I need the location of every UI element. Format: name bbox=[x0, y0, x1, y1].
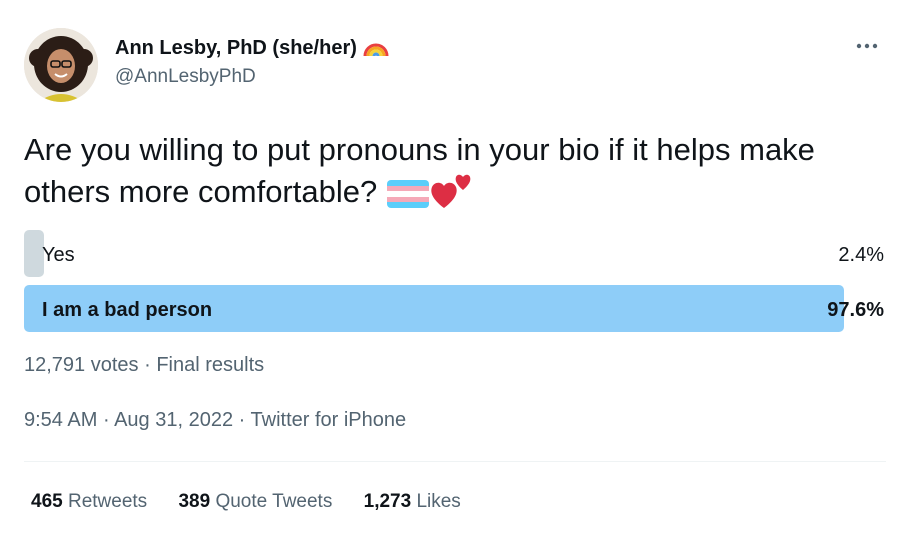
author-handle[interactable]: @AnnLesbyPhD bbox=[115, 64, 389, 90]
divider bbox=[24, 461, 886, 462]
tweet-source[interactable]: Twitter for iPhone bbox=[251, 409, 407, 431]
quotes-label: Quote Tweets bbox=[215, 491, 333, 512]
poll-option-label: I am a bad person bbox=[42, 299, 213, 321]
retweets-label: Retweets bbox=[67, 491, 148, 512]
more-icon[interactable] bbox=[856, 42, 878, 50]
quotes-count: 389 bbox=[178, 491, 211, 512]
poll-option-label: Yes bbox=[42, 244, 75, 266]
likes-count: 1,273 bbox=[363, 491, 412, 512]
poll-votes: 12,791 votes bbox=[24, 354, 139, 376]
transgender-flag-icon bbox=[386, 180, 429, 208]
poll-option-yes: Yes 2.4% bbox=[24, 230, 886, 277]
poll-meta: 12,791 votes · Final results bbox=[24, 354, 264, 377]
avatar-photo bbox=[24, 28, 98, 102]
tweet-date[interactable]: Aug 31, 2022 bbox=[114, 409, 233, 431]
likes-label: Likes bbox=[416, 491, 461, 512]
poll-option-percent: 97.6% bbox=[827, 299, 884, 321]
quote-tweets-stat[interactable]: 389 Quote Tweets bbox=[178, 491, 332, 513]
likes-stat[interactable]: 1,273 Likes bbox=[364, 491, 461, 513]
two-hearts-icon bbox=[431, 174, 471, 208]
tweet-header: Ann Lesby, PhD (she/her) @AnnLesbyPhD bbox=[24, 28, 884, 104]
tweet-text: Are you willing to put pronouns in your … bbox=[24, 130, 874, 212]
separator: · bbox=[238, 409, 246, 431]
poll-option-percent: 2.4% bbox=[838, 244, 884, 266]
poll-option-bad-person: I am a bad person 97.6% bbox=[24, 285, 886, 332]
timestamp: 9:54 AM · Aug 31, 2022 · Twitter for iPh… bbox=[24, 409, 406, 432]
rainbow-icon bbox=[363, 43, 389, 57]
engagement-stats: 465 Retweets 389 Quote Tweets 1,273 Like… bbox=[31, 491, 487, 513]
tweet-time[interactable]: 9:54 AM bbox=[24, 409, 97, 431]
retweets-count: 465 bbox=[31, 491, 63, 512]
separator: · bbox=[102, 409, 110, 431]
poll: Yes 2.4% I am a bad person 97.6% bbox=[24, 230, 886, 340]
author-display-name[interactable]: Ann Lesby, PhD (she/her) bbox=[115, 35, 389, 61]
avatar[interactable] bbox=[24, 28, 98, 102]
poll-status: Final results bbox=[156, 354, 265, 376]
author-names: Ann Lesby, PhD (she/her) @AnnLesbyPhD bbox=[115, 35, 389, 90]
separator: · bbox=[144, 354, 151, 376]
retweets-stat[interactable]: 465 Retweets bbox=[31, 491, 147, 513]
